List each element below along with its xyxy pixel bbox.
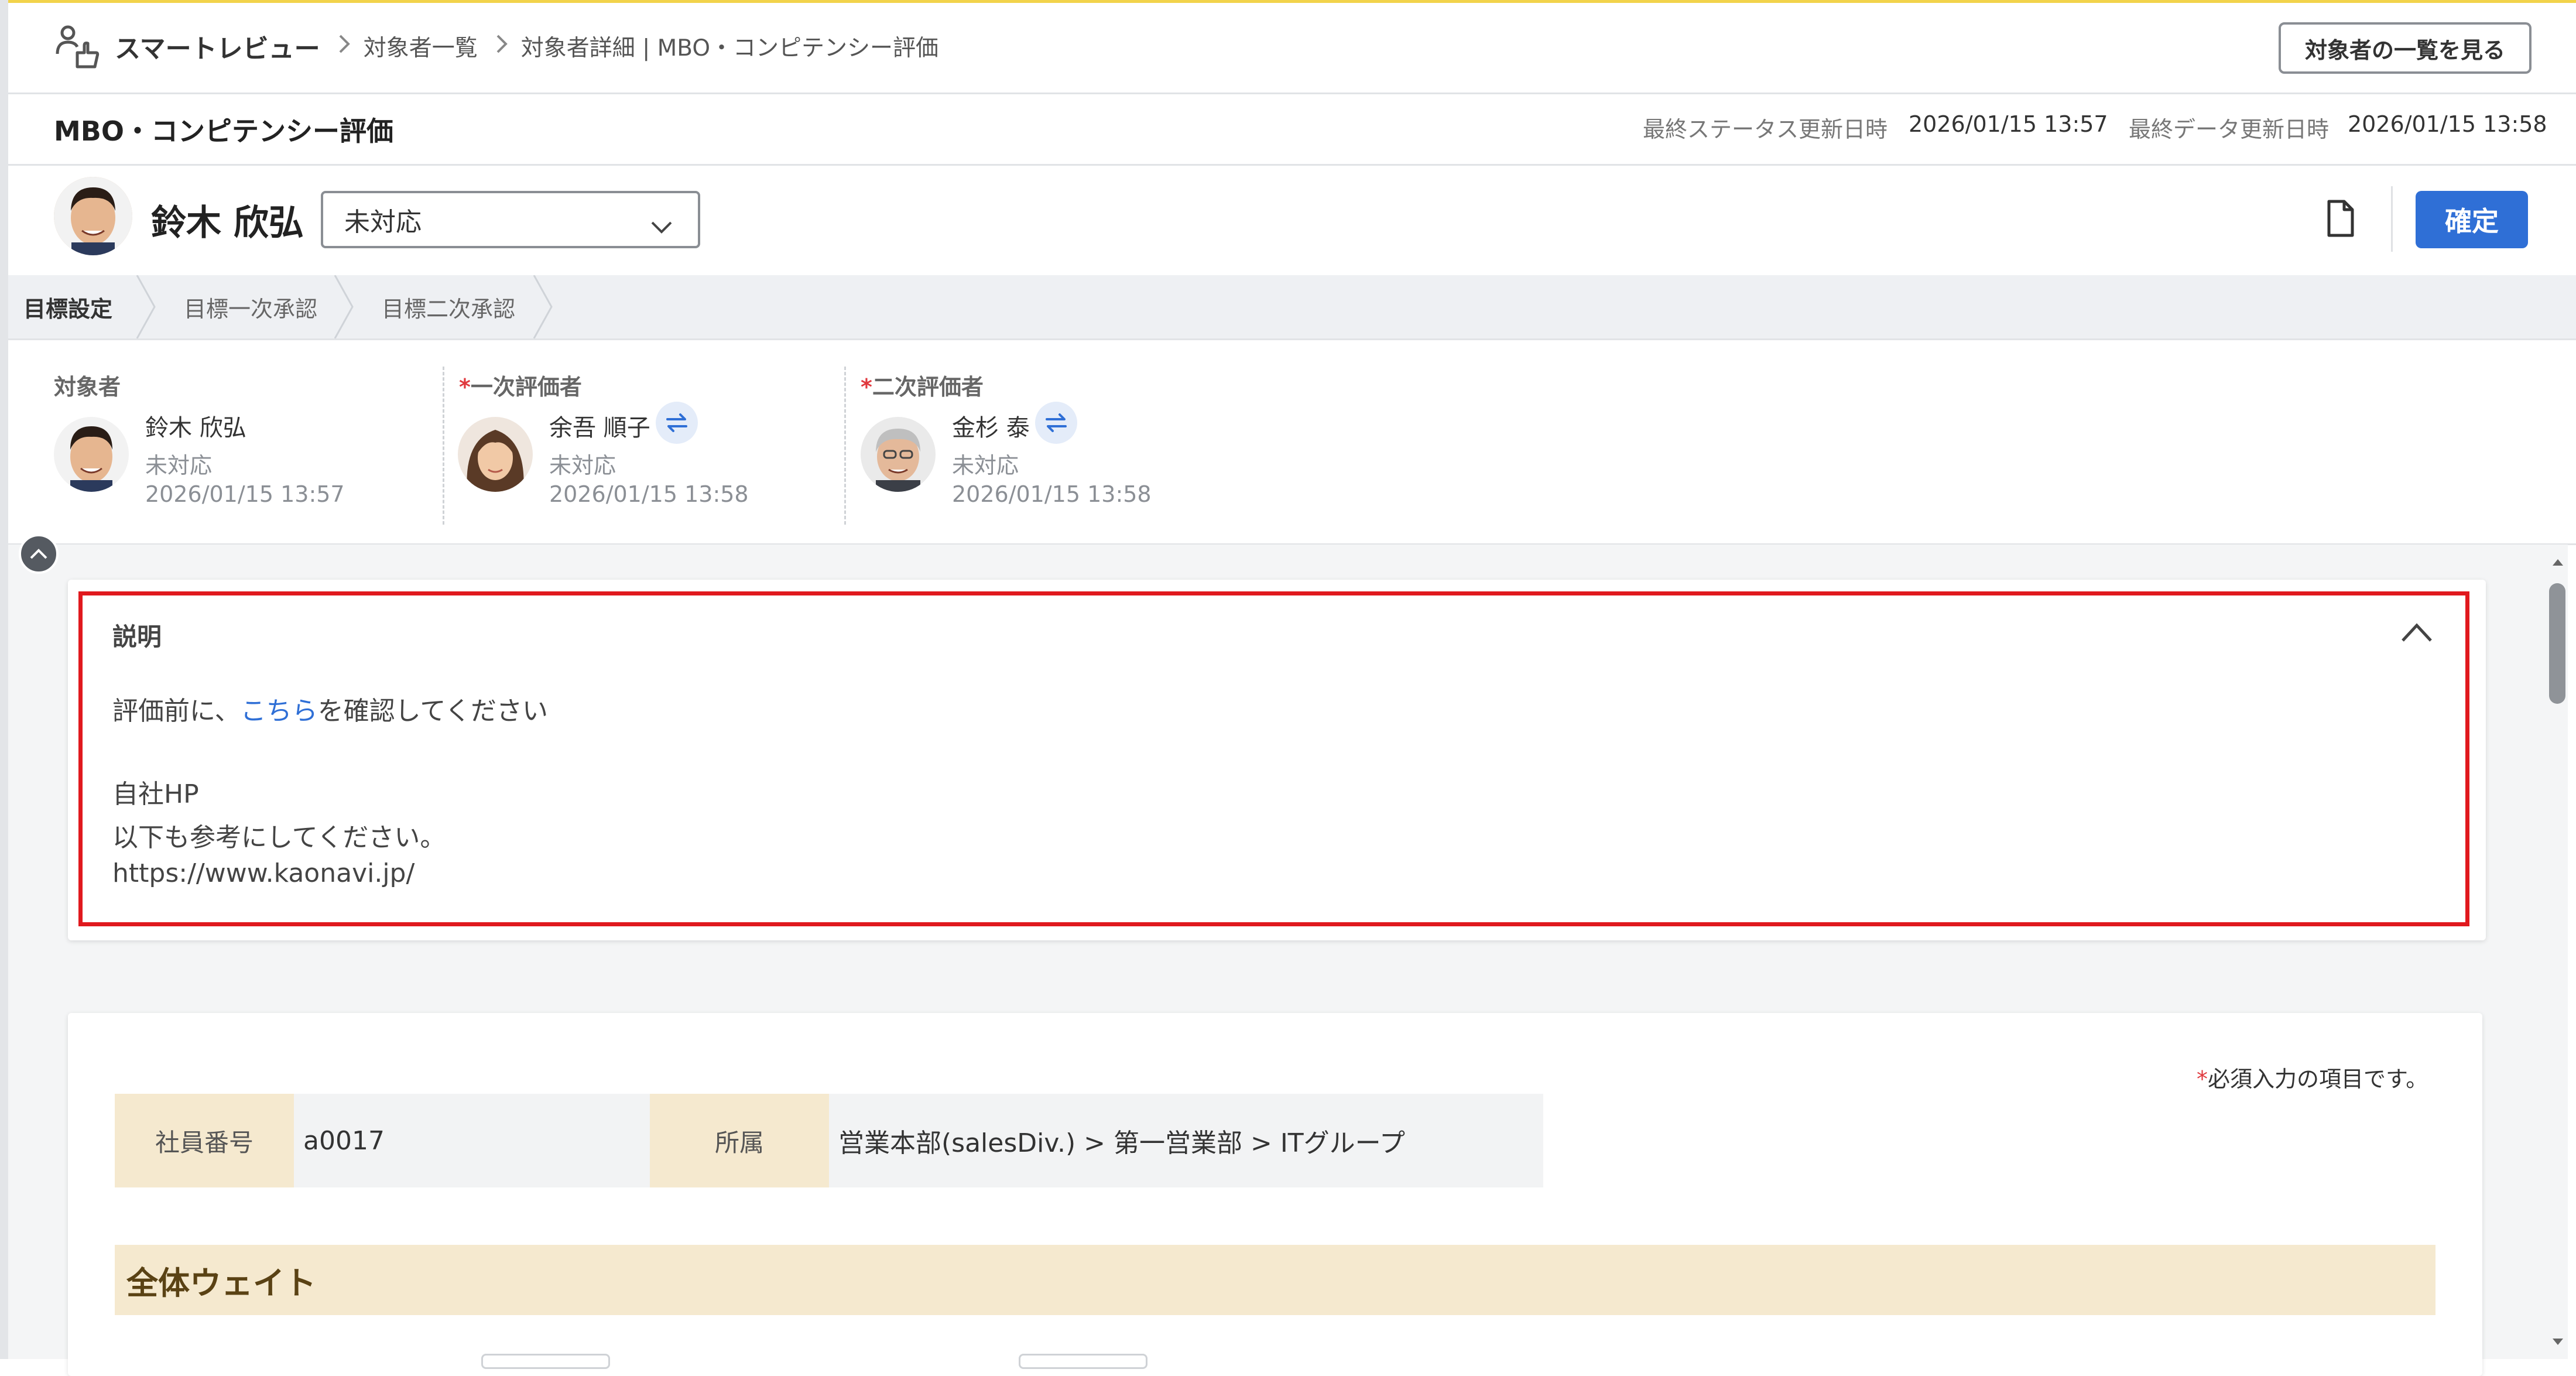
swap-evaluator-icon[interactable] <box>656 402 698 444</box>
app-name[interactable]: スマートレビュー <box>115 28 320 65</box>
company-hp-link[interactable]: 自社HP <box>112 773 199 810</box>
first-evaluator-label: *一次評価者 <box>459 374 582 400</box>
app-icon <box>54 22 101 69</box>
chevron-up-icon <box>30 549 47 559</box>
subject-name: 鈴木 欣弘 <box>145 415 246 441</box>
collapse-header-button[interactable] <box>19 534 59 574</box>
first-evaluator-status: 未対応 <box>549 453 616 478</box>
subject-label: 対象者 <box>54 374 121 400</box>
affiliation-label: 所属 <box>650 1094 829 1187</box>
first-evaluator-name: 余吾 順子 <box>549 415 650 441</box>
description-line-1: 評価前に、こちらを確認してください <box>112 696 549 726</box>
top-accent-line <box>0 0 2576 3</box>
data-updated-label: 最終データ更新日時 <box>2129 117 2330 142</box>
person-name: 鈴木 欣弘 <box>151 203 304 244</box>
second-evaluator-label: *二次評価者 <box>861 374 984 400</box>
first-evaluator-date: 2026/01/15 13:58 <box>549 481 749 507</box>
left-border <box>0 0 8 1359</box>
avatar <box>458 417 533 492</box>
second-evaluator-name: 金杉 泰 <box>952 415 1030 441</box>
weight-input[interactable] <box>1019 1354 1147 1369</box>
page-title: MBO・コンピテンシー評価 <box>54 115 393 147</box>
subject-date: 2026/01/15 13:57 <box>145 481 345 507</box>
required-note: *必須入力の項目です。 <box>2197 1066 2428 1092</box>
confirm-button[interactable]: 確定 <box>2416 191 2528 248</box>
second-evaluator-status: 未対応 <box>952 453 1019 478</box>
divider <box>844 367 846 525</box>
employee-no-value: a0017 <box>294 1094 650 1187</box>
divider <box>8 164 2576 166</box>
status-select[interactable]: 未対応 <box>321 191 700 248</box>
highlight-box <box>78 591 2469 926</box>
breadcrumb-target-list[interactable]: 対象者一覧 <box>364 30 478 63</box>
chevron-right-icon <box>495 33 508 60</box>
status-select-value: 未対応 <box>344 207 422 237</box>
tab-goal-first-approval[interactable]: 目標一次承認 <box>184 275 317 338</box>
second-evaluator-date: 2026/01/15 13:58 <box>952 481 1152 507</box>
divider <box>8 338 2576 340</box>
tab-goal-second-approval[interactable]: 目標二次承認 <box>382 275 515 338</box>
chevron-up-icon[interactable] <box>2400 622 2433 645</box>
avatar <box>54 177 132 255</box>
scroll-down-arrow-icon[interactable] <box>2551 1337 2564 1349</box>
section-title: 全体ウェイト <box>115 1245 2435 1315</box>
swap-evaluator-icon[interactable] <box>1035 402 1077 444</box>
avatar <box>54 417 129 492</box>
target-list-button[interactable]: 対象者の一覧を見る <box>2279 22 2532 74</box>
tab-goal-setting[interactable]: 目標設定 <box>23 275 112 338</box>
divider <box>2391 186 2393 252</box>
status-updated-value: 2026/01/15 13:57 <box>1909 111 2108 137</box>
kaonavi-url-link[interactable]: https://www.kaonavi.jp/ <box>112 858 415 888</box>
form-card <box>68 1013 2482 1376</box>
data-updated-value: 2026/01/15 13:58 <box>2348 111 2547 137</box>
divider <box>443 367 444 525</box>
breadcrumb-current: 対象者詳細 | MBO・コンピテンシー評価 <box>520 35 939 61</box>
chevron-right-icon <box>338 33 351 60</box>
employee-no-label: 社員番号 <box>115 1094 294 1187</box>
avatar <box>861 417 936 492</box>
affiliation-value: 営業本部(salesDiv.) > 第一営業部 > ITグループ <box>829 1094 1543 1187</box>
here-link[interactable]: こちら <box>241 696 318 726</box>
weight-input[interactable] <box>481 1354 610 1369</box>
breadcrumb: スマートレビュー 対象者一覧 対象者詳細 | MBO・コンピテンシー評価 <box>115 26 938 67</box>
divider <box>8 93 2576 94</box>
confirm-button-label: 確定 <box>2445 206 2499 237</box>
chevron-down-icon <box>650 212 673 242</box>
document-icon[interactable] <box>2325 199 2356 238</box>
description-heading: 説明 <box>112 622 162 651</box>
description-line-3: 以下も参考にしてください。 <box>112 823 446 853</box>
target-list-button-label: 対象者の一覧を見る <box>2304 37 2505 63</box>
scrollbar-thumb[interactable] <box>2549 583 2565 704</box>
scroll-up-arrow-icon[interactable] <box>2551 557 2564 569</box>
subject-status: 未対応 <box>145 453 213 478</box>
status-updated-label: 最終ステータス更新日時 <box>1643 117 1888 142</box>
